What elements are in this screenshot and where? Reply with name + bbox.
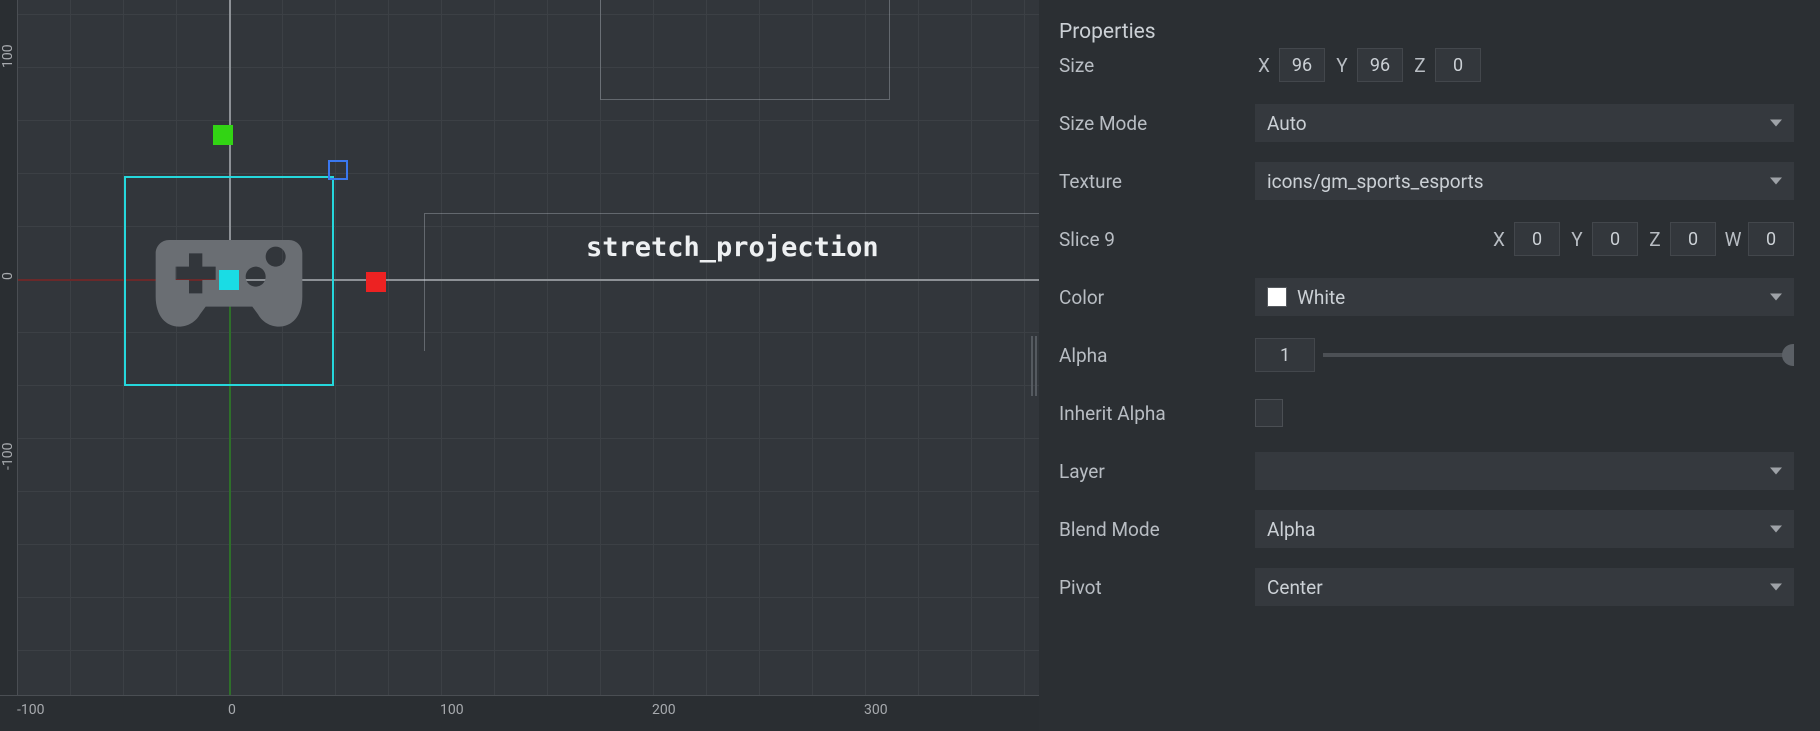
pivot-value: Center xyxy=(1267,576,1323,599)
texture-dropdown[interactable]: icons/gm_sports_esports xyxy=(1255,162,1794,200)
y-axis-handle[interactable] xyxy=(213,125,233,145)
slice9-x-input[interactable]: 0 xyxy=(1514,222,1560,256)
ruler-y-tick: -100 xyxy=(0,443,16,470)
color-dropdown[interactable]: White xyxy=(1255,278,1794,316)
row-inherit-alpha: Inherit Alpha xyxy=(1059,384,1794,442)
chevron-down-icon xyxy=(1770,120,1782,127)
inherit-alpha-label: Inherit Alpha xyxy=(1059,402,1255,425)
ruler-y-tick: 100 xyxy=(0,44,16,68)
alpha-label: Alpha xyxy=(1059,344,1255,367)
row-layer: Layer xyxy=(1059,442,1794,500)
row-size: Size X 96 Y 96 Z 0 xyxy=(1059,36,1794,94)
row-pivot: Pivot Center xyxy=(1059,558,1794,616)
color-label: Color xyxy=(1059,286,1255,309)
slice9-w-input[interactable]: 0 xyxy=(1748,222,1794,256)
ruler-x: -100 0 100 200 300 xyxy=(0,695,1039,731)
ruler-x-tick: 300 xyxy=(864,702,888,718)
slice9-y-label: Y xyxy=(1568,228,1586,251)
slice9-y-input[interactable]: 0 xyxy=(1592,222,1638,256)
row-color: Color White xyxy=(1059,268,1794,326)
size-z-input[interactable]: 0 xyxy=(1435,48,1481,82)
inherit-alpha-checkbox[interactable] xyxy=(1255,399,1283,427)
properties-panel: Properties Size X 96 Y 96 Z 0 xyxy=(1039,0,1820,731)
ruler-x-tick: 100 xyxy=(440,702,464,718)
color-swatch xyxy=(1267,287,1287,307)
alpha-slider-knob[interactable] xyxy=(1782,344,1794,366)
ruler-y: -100 0 100 xyxy=(0,0,18,695)
size-mode-label: Size Mode xyxy=(1059,112,1255,135)
blend-mode-dropdown[interactable]: Alpha xyxy=(1255,510,1794,548)
pivot-dropdown[interactable]: Center xyxy=(1255,568,1794,606)
row-texture: Texture icons/gm_sports_esports xyxy=(1059,152,1794,210)
slice9-z-input[interactable]: 0 xyxy=(1670,222,1716,256)
move-handle[interactable] xyxy=(219,270,239,290)
size-label: Size xyxy=(1059,54,1255,77)
axis-y-negative xyxy=(229,279,231,731)
chevron-down-icon xyxy=(1770,178,1782,185)
scene-viewport[interactable]: stretch_projection -100 0 100 200 300 -100 0 1… xyxy=(0,0,1039,731)
size-mode-dropdown[interactable]: Auto xyxy=(1255,104,1794,142)
scale-handle[interactable] xyxy=(328,160,348,180)
layer-label: Layer xyxy=(1059,460,1255,483)
panel-splitter[interactable] xyxy=(1029,0,1039,731)
chevron-down-icon xyxy=(1770,294,1782,301)
row-size-mode: Size Mode Auto xyxy=(1059,94,1794,152)
texture-label: Texture xyxy=(1059,170,1255,193)
slice9-label: Slice 9 xyxy=(1059,228,1255,251)
blend-mode-value: Alpha xyxy=(1267,518,1315,541)
pivot-label: Pivot xyxy=(1059,576,1255,599)
row-blend-mode: Blend Mode Alpha xyxy=(1059,500,1794,558)
slice9-x-label: X xyxy=(1490,228,1508,251)
slice9-z-label: Z xyxy=(1646,228,1664,251)
size-z-label: Z xyxy=(1411,54,1429,77)
slice9-w-label: W xyxy=(1724,228,1742,251)
blend-mode-label: Blend Mode xyxy=(1059,518,1255,541)
size-y-input[interactable]: 96 xyxy=(1357,48,1403,82)
x-axis-handle[interactable] xyxy=(366,272,386,292)
size-y-label: Y xyxy=(1333,54,1351,77)
ruler-x-tick: 0 xyxy=(228,702,236,718)
texture-value: icons/gm_sports_esports xyxy=(1267,170,1484,193)
object-label: stretch_projection xyxy=(586,232,879,263)
size-x-input[interactable]: 96 xyxy=(1279,48,1325,82)
alpha-input[interactable]: 1 xyxy=(1255,338,1315,372)
chevron-down-icon xyxy=(1770,584,1782,591)
color-value: White xyxy=(1297,286,1345,309)
size-mode-value: Auto xyxy=(1267,112,1307,135)
chevron-down-icon xyxy=(1770,468,1782,475)
ruler-y-tick: 0 xyxy=(0,272,16,280)
row-alpha: Alpha 1 xyxy=(1059,326,1794,384)
size-x-label: X xyxy=(1255,54,1273,77)
axis-x-negative xyxy=(0,279,229,281)
ruler-x-tick: -100 xyxy=(17,702,44,718)
row-slice9: Slice 9 X 0 Y 0 Z 0 W xyxy=(1059,210,1794,268)
ruler-x-tick: 200 xyxy=(652,702,676,718)
layer-dropdown[interactable] xyxy=(1255,452,1794,490)
alpha-slider[interactable] xyxy=(1323,353,1794,357)
grid xyxy=(0,0,1039,731)
chevron-down-icon xyxy=(1770,526,1782,533)
object-outline-top xyxy=(600,0,890,100)
